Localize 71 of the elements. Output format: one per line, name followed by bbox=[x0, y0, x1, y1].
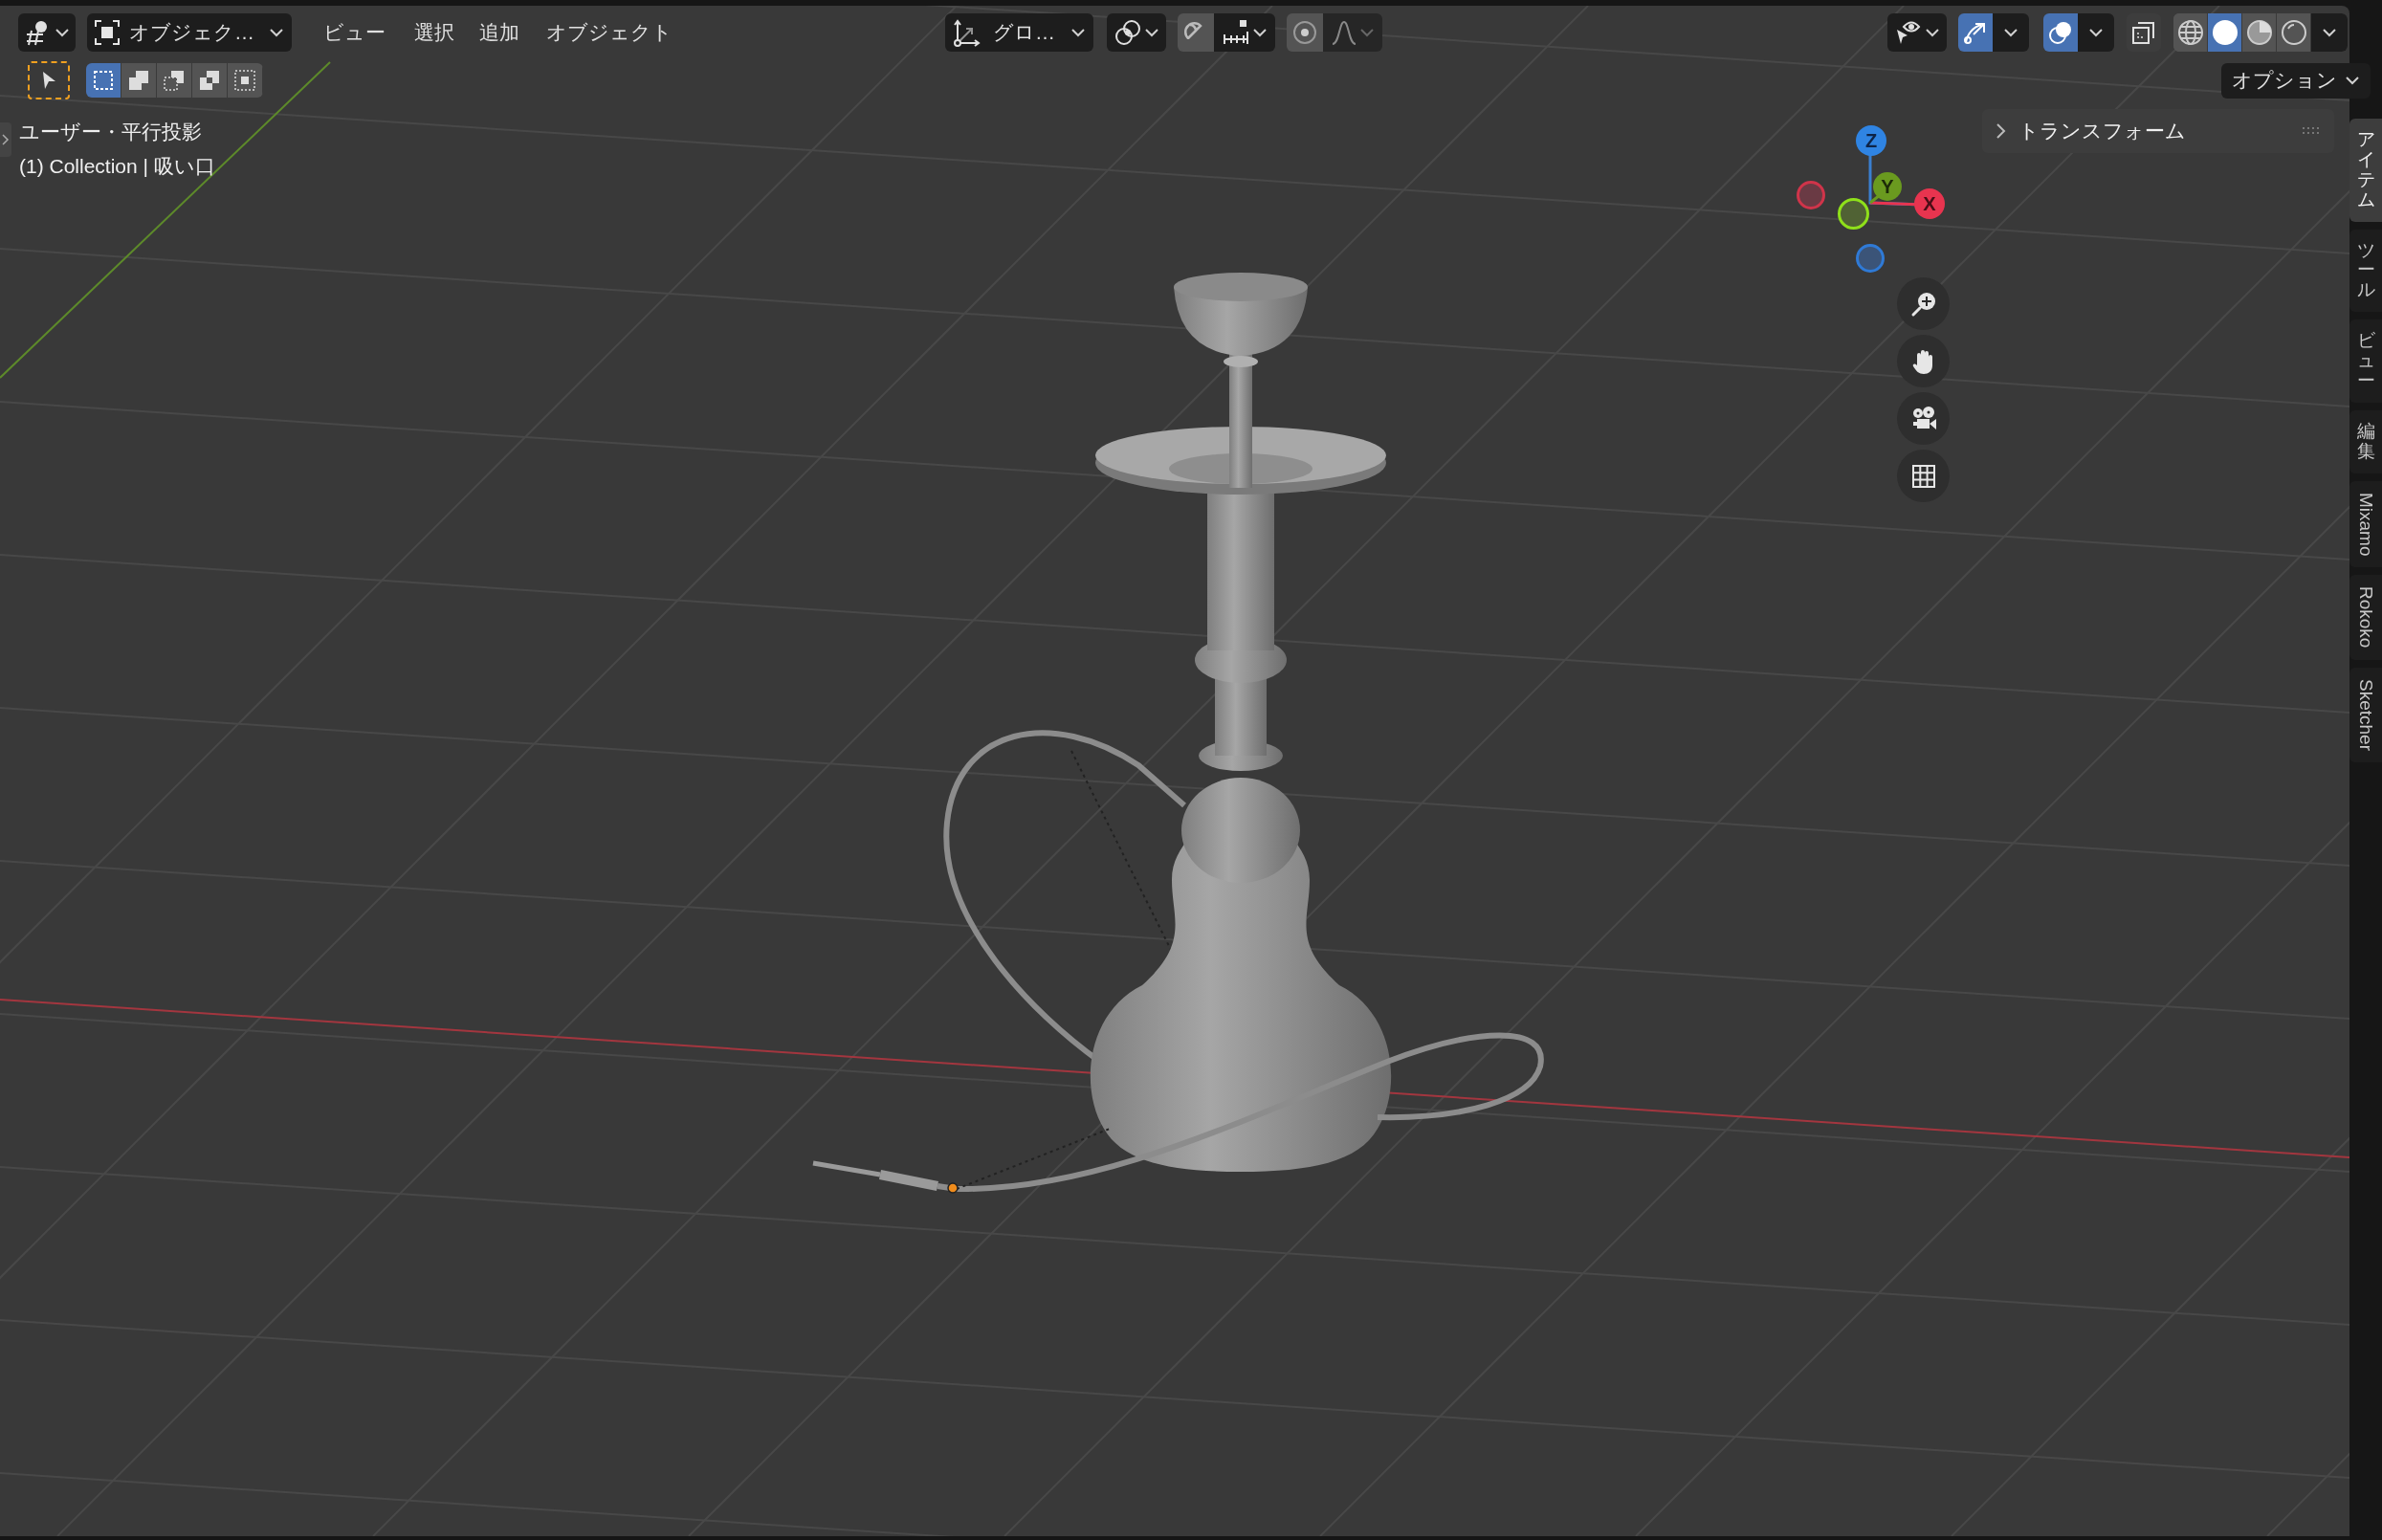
proportional-editing-toggle[interactable] bbox=[1287, 13, 1323, 52]
snap-target-dropdown[interactable] bbox=[1214, 13, 1275, 52]
pivot-point-dropdown[interactable] bbox=[1107, 13, 1166, 52]
transform-orientation-dropdown[interactable]: グロ… bbox=[945, 13, 1093, 52]
chevron-icon bbox=[2, 134, 10, 145]
caret-icon bbox=[1070, 27, 1086, 38]
gizmos-toggle[interactable] bbox=[1958, 13, 1993, 52]
increment-icon bbox=[1222, 18, 1250, 47]
shading-mode-button[interactable] bbox=[2173, 13, 2208, 52]
toolbar-expand-tab[interactable] bbox=[0, 122, 11, 157]
menu-item[interactable]: ビュー bbox=[323, 17, 386, 48]
invert-squares-icon bbox=[198, 69, 221, 92]
cursor-arrow-icon bbox=[40, 70, 57, 91]
caret-icon bbox=[2088, 27, 2104, 38]
caret-icon bbox=[1144, 27, 1159, 38]
shading-mode-button[interactable] bbox=[2208, 13, 2242, 52]
solid-circle-icon bbox=[2211, 19, 2239, 46]
sidebar-tab[interactable]: ツール bbox=[2349, 229, 2382, 313]
overlapping-circles-icon bbox=[2047, 19, 2074, 46]
sidebar-tab[interactable]: ビュー bbox=[2349, 319, 2382, 403]
dashed-square-icon bbox=[92, 69, 115, 92]
proportional-icon bbox=[1291, 19, 1318, 46]
caret-icon bbox=[269, 27, 284, 38]
caret-icon bbox=[2345, 75, 2360, 86]
editor-type-button[interactable] bbox=[18, 13, 76, 52]
sidebar-tab[interactable]: Mixamo bbox=[2349, 480, 2382, 568]
falloff-curve-icon bbox=[1331, 19, 1357, 46]
selection-mode-button[interactable] bbox=[86, 63, 121, 98]
overlays-dropdown[interactable] bbox=[2078, 13, 2114, 52]
shading-dropdown[interactable] bbox=[2311, 13, 2348, 52]
options-dropdown[interactable]: オプション bbox=[2221, 62, 2371, 99]
selectability-visibility-dropdown[interactable] bbox=[1887, 13, 1947, 52]
caret-icon bbox=[2322, 27, 2337, 38]
pivot-icon bbox=[1114, 18, 1142, 47]
selection-mode-button[interactable] bbox=[121, 63, 157, 98]
menu-item[interactable]: 追加 bbox=[479, 17, 519, 48]
mode-dropdown[interactable]: オブジェク… bbox=[87, 13, 292, 52]
view-name-label: ユーザー・平行投影 bbox=[19, 120, 203, 144]
xray-squares-icon bbox=[2130, 19, 2157, 46]
selection-mode-button[interactable] bbox=[157, 63, 192, 98]
snap-toggle[interactable] bbox=[1178, 13, 1214, 52]
sidebar-tab[interactable]: アイテム bbox=[2349, 119, 2382, 222]
menu-item[interactable]: 選択 bbox=[414, 17, 454, 48]
collection-info-label: (1) Collection | 吸い口 bbox=[19, 154, 215, 179]
glossy-sphere-icon bbox=[2280, 19, 2307, 46]
subtract-squares-icon bbox=[163, 69, 186, 92]
axes-icon bbox=[953, 18, 981, 47]
shaded-sphere-icon bbox=[2245, 19, 2273, 46]
caret-icon bbox=[1925, 27, 1940, 38]
caret-icon bbox=[1252, 27, 1268, 38]
wireframe-sphere-icon bbox=[2176, 19, 2204, 46]
menu-item[interactable]: オブジェクト bbox=[546, 17, 673, 48]
overlapping-squares-icon bbox=[127, 69, 150, 92]
sidebar-tab[interactable]: 編集 bbox=[2349, 409, 2382, 473]
grid-icon bbox=[1909, 462, 1937, 490]
caret-icon bbox=[2003, 27, 2018, 38]
sidebar-tab[interactable]: Rokoko bbox=[2349, 575, 2382, 660]
select-tool-button[interactable] bbox=[28, 61, 70, 99]
caret-icon bbox=[1359, 27, 1375, 38]
selection-mode-button[interactable] bbox=[228, 63, 263, 98]
intersect-squares-icon bbox=[233, 69, 256, 92]
xray-toggle[interactable] bbox=[2127, 13, 2161, 52]
caret-icon bbox=[55, 27, 70, 38]
object-mode-icon bbox=[95, 20, 120, 45]
drag-handle-icon bbox=[2302, 126, 2321, 136]
selection-mode-button[interactable] bbox=[192, 63, 228, 98]
panel-header[interactable]: トランスフォーム bbox=[1982, 109, 2334, 153]
gizmos-dropdown[interactable] bbox=[1993, 13, 2029, 52]
overlays-toggle[interactable] bbox=[2043, 13, 2078, 52]
sidebar-tab[interactable]: Sketcher bbox=[2349, 667, 2382, 762]
falloff-dropdown[interactable] bbox=[1323, 13, 1382, 52]
